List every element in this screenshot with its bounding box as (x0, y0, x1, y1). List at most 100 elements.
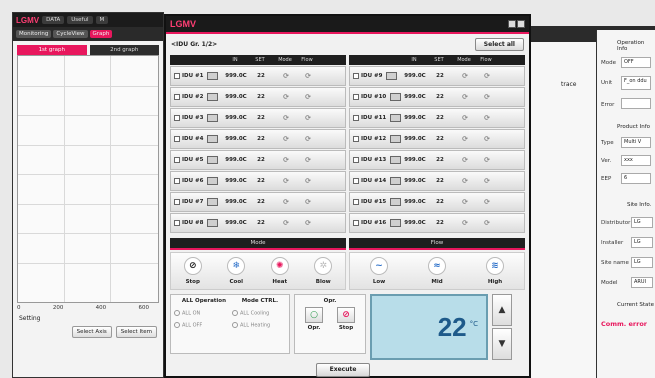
idu-checkbox[interactable] (353, 157, 359, 163)
idu-row[interactable]: IDU #3 999.0C 22 ⟳ ⟳ (170, 108, 346, 128)
flow-low-button[interactable]: ~ Low (370, 257, 388, 285)
idu-name: IDU #2 (182, 94, 204, 100)
temp-up-icon[interactable]: ▲ (492, 294, 512, 326)
idu-checkbox[interactable] (353, 94, 359, 100)
indoor-unit-icon (207, 72, 219, 80)
mode-status-icon: ⟳ (462, 72, 468, 80)
menu-more[interactable]: M (95, 16, 109, 24)
idu-row[interactable]: IDU #12 999.0C 22 ⟳ ⟳ (349, 129, 525, 149)
close-icon[interactable] (517, 20, 525, 28)
idu-row[interactable]: IDU #14 999.0C 22 ⟳ ⟳ (349, 171, 525, 191)
mode-cool-button[interactable]: ❄ Cool (227, 257, 246, 285)
idu-row[interactable]: IDU #11 999.0C 22 ⟳ ⟳ (349, 108, 525, 128)
main-titlebar: LGMV (166, 16, 529, 34)
idu-grid: IN SET Mode Flow IDU #1 999.0C 22 ⟳ ⟳ IDU #2 9… (166, 55, 529, 233)
graph-buttons: Select Axis Select Item (19, 326, 157, 338)
idu-row[interactable]: IDU #8 999.0C 22 ⟳ ⟳ (170, 213, 346, 233)
all-operation-box: ALL Operation Mode CTRL. ALL ON ALL Cool… (170, 294, 290, 354)
idu-set-temp: 22 (257, 157, 265, 163)
mode-status-icon: ⟳ (462, 114, 468, 122)
execute-button[interactable]: Execute (316, 363, 370, 377)
idu-set-temp: 22 (257, 220, 265, 226)
idu-group-label[interactable]: <IDU Gr. 1/2> (171, 41, 217, 48)
all-on-radio[interactable]: ALL ON (174, 310, 228, 317)
idu-set-temp: 22 (436, 199, 444, 205)
idu-checkbox[interactable] (174, 115, 180, 121)
idu-set-temp: 22 (257, 178, 265, 184)
control-row: ⊘ Stop ❄ Cool ✺ Heat ✲ Blow ~ Low ≈ Mid … (170, 252, 525, 290)
mode-status-icon: ⟳ (283, 72, 289, 80)
indoor-unit-icon (390, 93, 402, 101)
idu-checkbox[interactable] (174, 136, 180, 142)
idu-name-cell: IDU #9 (350, 72, 402, 80)
idu-name: IDU #3 (182, 115, 204, 121)
opr-button[interactable]: ○ Opr. (305, 307, 323, 331)
wind-high-icon: ≋ (486, 257, 504, 275)
idu-row[interactable]: IDU #9 999.0C 22 ⟳ ⟳ (349, 66, 525, 86)
idu-row[interactable]: IDU #7 999.0C 22 ⟳ ⟳ (170, 192, 346, 212)
menu-data[interactable]: DATA (42, 16, 65, 24)
flow-status-icon: ⟳ (305, 135, 311, 143)
fan-icon: ✲ (314, 257, 333, 275)
tab-graph[interactable]: Graph (89, 30, 113, 38)
tab-cycleview[interactable]: CycleView (53, 30, 88, 38)
flow-status-icon: ⟳ (305, 198, 311, 206)
indoor-unit-icon (390, 114, 402, 122)
idu-name-cell: IDU #4 (171, 135, 223, 143)
idu-checkbox[interactable] (174, 94, 180, 100)
idu-row[interactable]: IDU #2 999.0C 22 ⟳ ⟳ (170, 87, 346, 107)
flow-high-button[interactable]: ≋ High (486, 257, 504, 285)
mode-label: Mode (601, 60, 616, 66)
select-item-button[interactable]: Select Item (115, 326, 157, 338)
idu-row[interactable]: IDU #5 999.0C 22 ⟳ ⟳ (170, 150, 346, 170)
select-all-button[interactable]: Select all (474, 38, 524, 51)
stop-button[interactable]: ⊘ Stop (337, 307, 355, 331)
idu-checkbox[interactable] (174, 220, 180, 226)
mode-heat-button[interactable]: ✺ Heat (270, 257, 289, 285)
idu-checkbox[interactable] (174, 73, 180, 79)
mode-blow-button[interactable]: ✲ Blow (314, 257, 333, 285)
flow-low-label: Low (372, 279, 386, 285)
all-heating-radio[interactable]: ALL Heating (232, 321, 286, 328)
mode-stop-button[interactable]: ⊘ Stop (183, 257, 202, 285)
type-label: Type (601, 140, 614, 146)
tab-1st-graph[interactable]: 1st graph (17, 45, 87, 55)
tab-2nd-graph[interactable]: 2nd graph (89, 45, 159, 55)
idu-row[interactable]: IDU #15 999.0C 22 ⟳ ⟳ (349, 192, 525, 212)
idu-set-temp: 22 (436, 178, 444, 184)
idu-checkbox[interactable] (353, 199, 359, 205)
idu-checkbox[interactable] (353, 73, 359, 79)
flow-status-icon: ⟳ (484, 135, 490, 143)
wind-mid-icon: ≈ (428, 257, 446, 275)
idu-checkbox[interactable] (174, 157, 180, 163)
idu-row[interactable]: IDU #4 999.0C 22 ⟳ ⟳ (170, 129, 346, 149)
op-headings: ALL Operation Mode CTRL. (174, 298, 286, 304)
flow-status-icon: ⟳ (305, 72, 311, 80)
idu-row[interactable]: IDU #10 999.0C 22 ⟳ ⟳ (349, 87, 525, 107)
minimize-icon[interactable] (508, 20, 516, 28)
stop-icon: ⊘ (337, 307, 355, 323)
idu-checkbox[interactable] (353, 220, 359, 226)
idu-checkbox[interactable] (174, 178, 180, 184)
temp-down-icon[interactable]: ▼ (492, 328, 512, 360)
idu-name: IDU #11 (361, 115, 387, 121)
idu-row[interactable]: IDU #1 999.0C 22 ⟳ ⟳ (170, 66, 346, 86)
graph-plot-area (17, 55, 159, 303)
idu-checkbox[interactable] (174, 199, 180, 205)
idu-row[interactable]: IDU #6 999.0C 22 ⟳ ⟳ (170, 171, 346, 191)
all-off-radio[interactable]: ALL OFF (174, 321, 228, 328)
idu-checkbox[interactable] (353, 178, 359, 184)
installer-label: Installer (601, 240, 624, 246)
main-brand: LGMV (170, 19, 196, 29)
tab-monitoring[interactable]: Monitoring (16, 30, 52, 38)
idu-row[interactable]: IDU #16 999.0C 22 ⟳ ⟳ (349, 213, 525, 233)
all-cooling-radio[interactable]: ALL Cooling (232, 310, 286, 317)
idu-name: IDU #9 (361, 73, 383, 79)
menu-useful[interactable]: Useful (67, 16, 93, 24)
mode-status-icon: ⟳ (283, 156, 289, 164)
select-axis-button[interactable]: Select Axis (71, 326, 112, 338)
idu-checkbox[interactable] (353, 115, 359, 121)
flow-mid-button[interactable]: ≈ Mid (428, 257, 446, 285)
idu-checkbox[interactable] (353, 136, 359, 142)
idu-row[interactable]: IDU #13 999.0C 22 ⟳ ⟳ (349, 150, 525, 170)
